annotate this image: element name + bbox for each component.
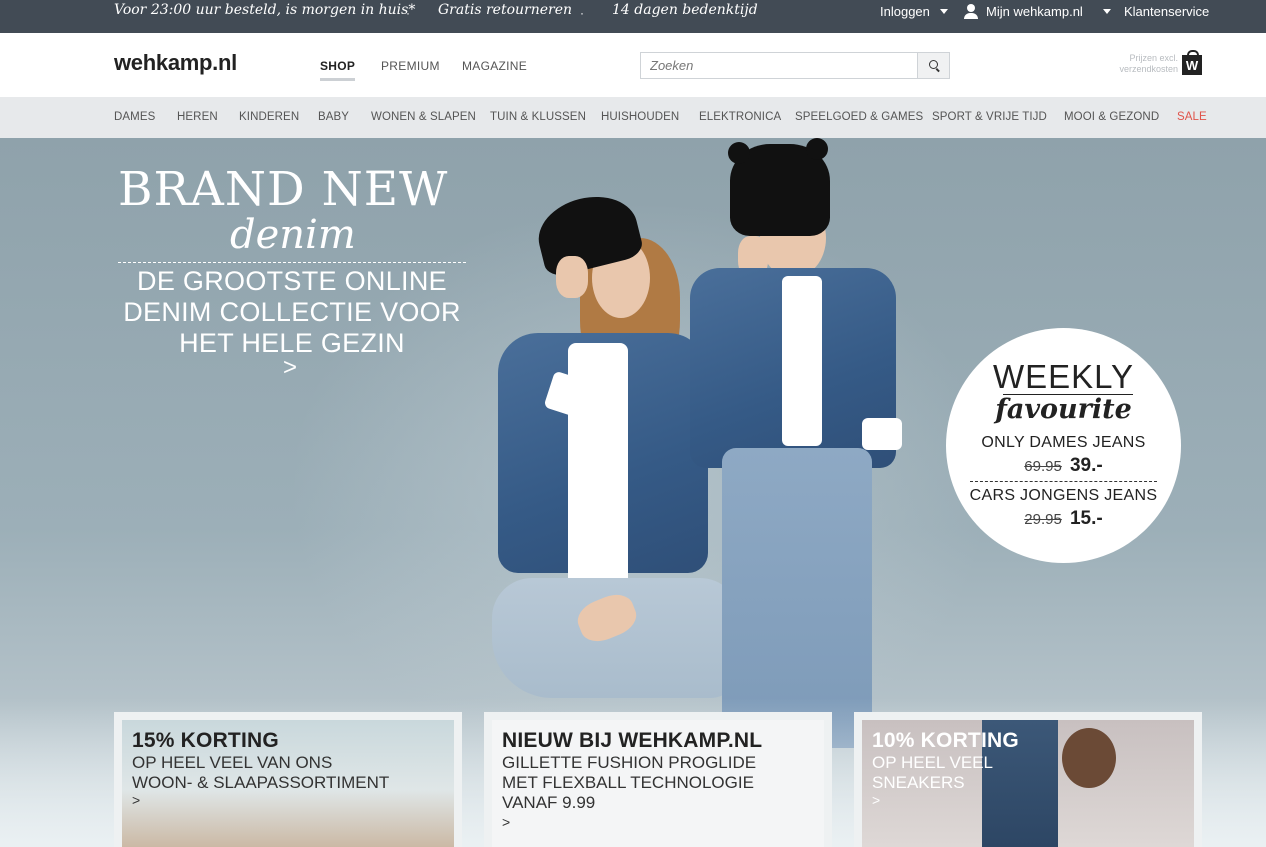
promo-card-gillette-image: NIEUW BIJ WEHKAMP.NL GILLETTE FUSHION PR… xyxy=(492,720,824,847)
chevron-down-icon xyxy=(939,9,948,14)
search-input[interactable] xyxy=(641,53,918,78)
boy-cuff xyxy=(862,418,902,450)
promo-card-gillette-line-2: MET FLEXBALL TECHNOLOGIE xyxy=(502,773,754,792)
chevron-down-icon xyxy=(1102,9,1111,14)
category-sale[interactable]: SALE xyxy=(1177,111,1207,123)
hero-divider xyxy=(118,262,466,263)
weekly-script: favourite xyxy=(995,394,1132,425)
hero-title: BRAND NEW xyxy=(118,162,449,217)
promo-separator: · xyxy=(580,6,584,20)
category-sport-vrije-tijd[interactable]: SPORT & VRIJE TIJD xyxy=(932,111,1047,123)
category-wonen-slapen[interactable]: WONEN & SLAPEN xyxy=(371,111,476,123)
category-elektronica[interactable]: ELEKTRONICA xyxy=(699,111,781,123)
promo-card-sneakers-child xyxy=(1062,728,1116,788)
promo-card-home-arrow: > xyxy=(132,792,141,808)
promo-card-home-image: 15% KORTING OP HEEL VEEL VAN ONS WOON- &… xyxy=(122,720,454,847)
hero-arrow[interactable]: > xyxy=(283,354,297,382)
shopping-bag-icon[interactable]: W xyxy=(1182,50,1202,75)
weekly-item-2-name: CARS JONGENS JEANS xyxy=(969,487,1158,504)
promo-card-home-line-2: WOON- & SLAAPASSORTIMENT xyxy=(132,773,390,792)
promo-free-returns: Gratis retourneren xyxy=(438,2,572,18)
top-promo-bar: Voor 23:00 uur besteld, is morgen in hui… xyxy=(0,0,1266,33)
weekly-item-2-old-price: 29.95 xyxy=(1024,511,1062,528)
promo-card-gillette-text: GILLETTE FUSHION PROGLIDE MET FLEXBALL T… xyxy=(502,753,756,813)
weekly-item-1-new-price: 39.- xyxy=(1069,455,1103,476)
nav-premium[interactable]: PREMIUM xyxy=(381,59,440,73)
weekly-item-2-new-price: 15.- xyxy=(1069,508,1103,529)
promo-card-gillette[interactable]: NIEUW BIJ WEHKAMP.NL GILLETTE FUSHION PR… xyxy=(484,712,832,847)
woman-hand xyxy=(556,256,588,298)
customer-service-label: Klantenservice xyxy=(1124,4,1210,19)
category-kinderen[interactable]: KINDEREN xyxy=(239,111,299,123)
promo-card-home-text: OP HEEL VEEL VAN ONS WOON- & SLAAPASSORT… xyxy=(132,753,389,793)
hero-subtitle: DE GROOTSTE ONLINE DENIM COLLECTIE VOOR … xyxy=(123,266,461,358)
promo-card-gillette-line-1: GILLETTE FUSHION PROGLIDE xyxy=(502,753,757,772)
category-mooi-gezond[interactable]: MOOI & GEZOND xyxy=(1064,111,1159,123)
nav-shop[interactable]: SHOP xyxy=(320,59,356,81)
promo-card-sneakers-text: OP HEEL VEEL SNEAKERS xyxy=(872,753,993,793)
promo-card-sneakers-line-2: SNEAKERS xyxy=(872,773,965,792)
site-logo[interactable]: wehkamp.nl xyxy=(114,50,237,76)
search-button[interactable] xyxy=(917,53,949,78)
promo-card-sneakers-image: 10% KORTING OP HEEL VEEL SNEAKERS > xyxy=(862,720,1194,847)
weekly-divider xyxy=(970,481,1157,482)
promo-separator: · xyxy=(406,6,410,20)
weekly-item-1-old-price: 69.95 xyxy=(1024,458,1062,475)
promo-card-gillette-line-3: VANAF 9.99 xyxy=(502,793,596,812)
promo-card-home[interactable]: 15% KORTING OP HEEL VEEL VAN ONS WOON- &… xyxy=(114,712,462,847)
user-icon xyxy=(964,4,978,19)
promo-card-sneakers-arrow: > xyxy=(872,792,881,808)
boy-shirt xyxy=(782,276,822,446)
promo-card-sneakers-line-1: OP HEEL VEEL xyxy=(872,753,993,772)
promo-card-sneakers-title: 10% KORTING xyxy=(872,729,1019,752)
account-label: Mijn wehkamp.nl xyxy=(986,4,1083,19)
category-dames[interactable]: DAMES xyxy=(114,111,155,123)
account-dropdown[interactable]: Mijn wehkamp.nl xyxy=(964,4,1111,19)
price-note: Prijzen excl. verzendkosten xyxy=(1119,53,1178,74)
promo-card-home-line-1: OP HEEL VEEL VAN ONS xyxy=(132,753,333,772)
site-header: wehkamp.nl SHOP PREMIUM MAGAZINE Prijzen… xyxy=(0,33,1266,97)
promo-reflection-period: 14 dagen bedenktijd xyxy=(612,2,758,18)
promo-next-day-delivery: Voor 23:00 uur besteld, is morgen in hui… xyxy=(114,2,416,18)
search-bar xyxy=(640,52,950,79)
category-heren[interactable]: HEREN xyxy=(177,111,218,123)
weekly-title: WEEKLY xyxy=(946,358,1181,396)
boy-hat-ear xyxy=(806,138,828,160)
category-nav: DAMES HEREN KINDEREN BABY WONEN & SLAPEN… xyxy=(0,97,1266,138)
search-icon xyxy=(929,60,938,69)
category-speelgoed-games[interactable]: SPEELGOED & GAMES xyxy=(795,111,923,123)
nav-magazine[interactable]: MAGAZINE xyxy=(462,59,527,73)
hero-script-title: denim xyxy=(230,212,356,258)
promo-card-sneakers[interactable]: 10% KORTING OP HEEL VEEL SNEAKERS > xyxy=(854,712,1202,847)
category-baby[interactable]: BABY xyxy=(318,111,349,123)
category-tuin-klussen[interactable]: TUIN & KLUSSEN xyxy=(490,111,586,123)
boy-hat-ear xyxy=(728,142,750,164)
weekly-item-1-price: 69.95 39.- xyxy=(946,455,1181,477)
promo-card-gillette-title: NIEUW BIJ WEHKAMP.NL xyxy=(502,729,763,752)
weekly-item-1-name: ONLY DAMES JEANS xyxy=(981,434,1146,451)
promo-card-home-title: 15% KORTING xyxy=(132,729,279,752)
category-huishouden[interactable]: HUISHOUDEN xyxy=(601,111,679,123)
login-label: Inloggen xyxy=(880,4,930,19)
login-dropdown[interactable]: Inloggen xyxy=(880,4,948,19)
customer-service-link[interactable]: Klantenservice xyxy=(1124,4,1209,19)
weekly-item-2-price: 29.95 15.- xyxy=(946,508,1181,530)
promo-card-gillette-arrow: > xyxy=(502,814,511,830)
weekly-favourite-badge[interactable]: WEEKLY favourite ONLY DAMES JEANS 69.95 … xyxy=(946,328,1181,563)
